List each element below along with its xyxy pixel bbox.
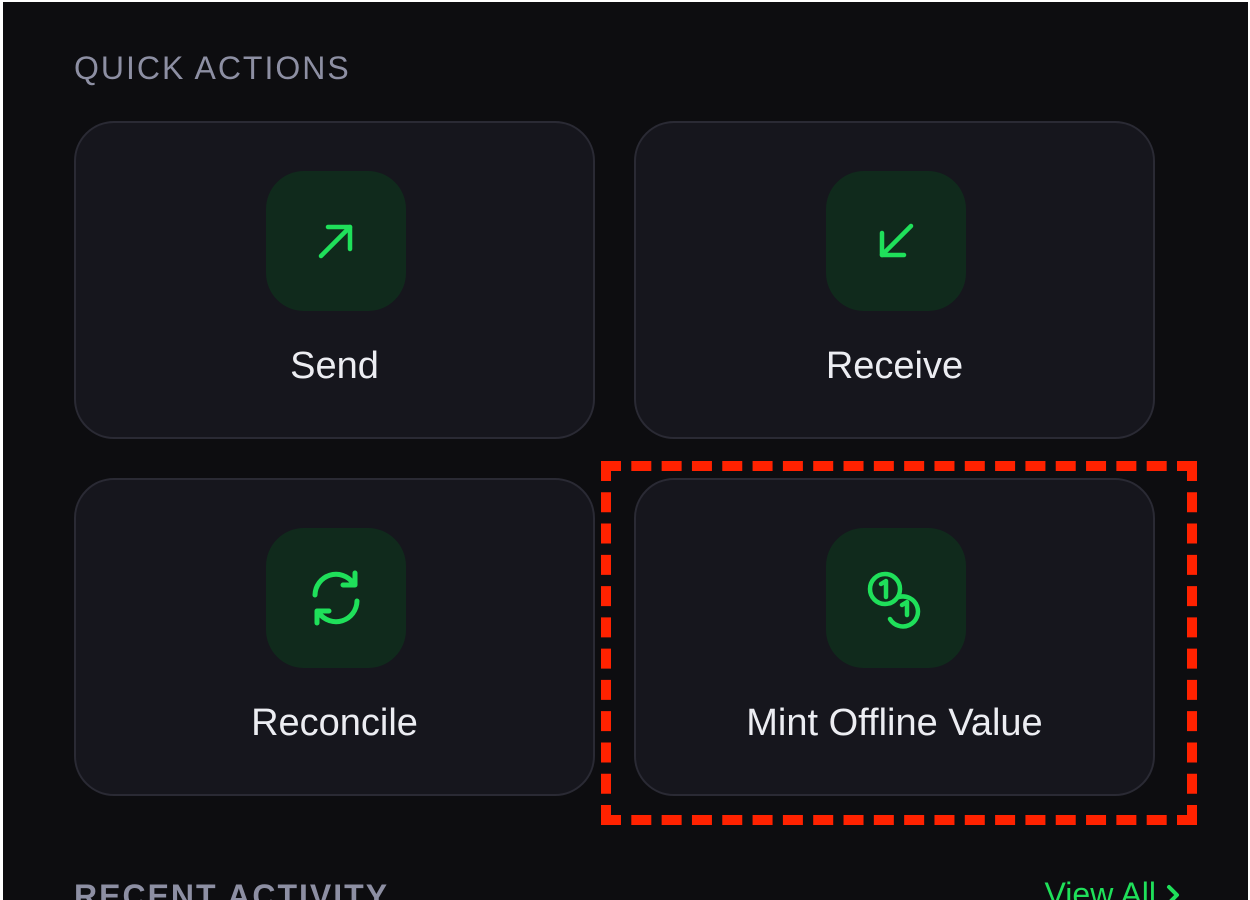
recent-activity-title: RECENT ACTIVITY [74,878,390,900]
receive-button[interactable]: Receive [634,121,1155,439]
coins-icon [867,571,921,629]
chevron-right-icon [1167,884,1179,900]
reconcile-button[interactable]: Reconcile [74,478,595,796]
mint-icon-tile [826,528,966,668]
reconcile-icon-tile [266,528,406,668]
receive-icon-tile [826,171,966,311]
send-icon-tile [266,171,406,311]
receive-label: Receive [825,345,964,387]
arrow-up-right-icon [318,224,353,259]
reconcile-label: Reconcile [251,702,418,744]
arrow-down-left-icon [879,223,914,258]
view-all-label: View All [1044,876,1156,900]
refresh-icon [312,570,360,626]
view-all-link[interactable]: View All [1045,876,1180,900]
mint-offline-value-label: Mint Offline Value [746,702,1043,744]
send-button[interactable]: Send [74,121,595,439]
mint-offline-value-button[interactable]: Mint Offline Value [634,478,1155,796]
quick-actions-title: QUICK ACTIONS [74,50,351,86]
wallet-screen: QUICK ACTIONS Send Receive Reconcile Min… [3,2,1248,900]
send-label: Send [290,345,379,387]
